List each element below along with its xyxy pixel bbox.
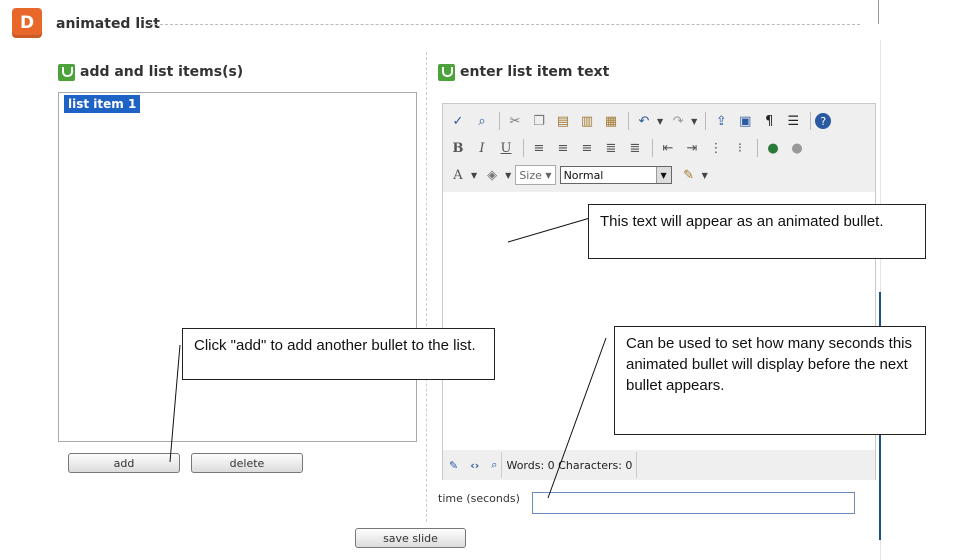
callout-time: Can be used to set how many seconds this… (614, 326, 926, 435)
callout-line-time (547, 337, 607, 499)
callout-lines (169, 217, 607, 499)
callout-editor: This text will appear as an animated bul… (588, 204, 926, 259)
callout-line-add (169, 344, 181, 463)
callout-line-editor (507, 217, 591, 243)
callout-add: Click "add" to add another bullet to the… (182, 328, 495, 380)
